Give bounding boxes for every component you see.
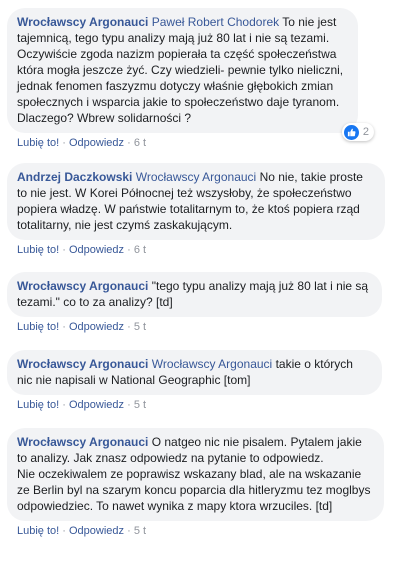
separator-dot: ·	[127, 399, 131, 411]
reply-button[interactable]: Odpowiedz	[69, 525, 124, 537]
timestamp[interactable]: 5 t	[134, 321, 146, 333]
tagged-user[interactable]: Paweł Robert Chodorek	[152, 15, 279, 29]
comment-author[interactable]: Wrocławscy Argonauci	[17, 357, 148, 371]
reply-button[interactable]: Odpowiedz	[69, 137, 124, 149]
reaction-summary[interactable]: 2	[341, 123, 374, 141]
comment: Wrocławscy Argonauci "tego typu analizy …	[7, 272, 382, 334]
separator-dot: ·	[127, 321, 131, 333]
comment-actions: Lubię to! · Odpowiedz · 6 t	[17, 243, 385, 257]
comment-actions: Lubię to! · Odpowiedz · 6 t	[17, 136, 358, 150]
separator-dot: ·	[62, 244, 66, 256]
comment-bubble: Andrzej Daczkowski Wrocławscy Argonauci …	[7, 163, 385, 240]
like-button[interactable]: Lubię to!	[17, 321, 59, 333]
comment-author[interactable]: Wrocławscy Argonauci	[17, 279, 148, 293]
comment-author[interactable]: Wrocławscy Argonauci	[17, 435, 148, 449]
like-button[interactable]: Lubię to!	[17, 244, 59, 256]
timestamp[interactable]: 6 t	[134, 244, 146, 256]
separator-dot: ·	[62, 137, 66, 149]
separator-dot: ·	[127, 137, 131, 149]
timestamp[interactable]: 5 t	[134, 399, 146, 411]
timestamp[interactable]: 6 t	[134, 137, 146, 149]
like-button[interactable]: Lubię to!	[17, 137, 59, 149]
comment-bubble: Wrocławscy Argonauci Wrocławscy Argonauc…	[7, 350, 382, 395]
like-button[interactable]: Lubię to!	[17, 525, 59, 537]
comment-actions: Lubię to! · Odpowiedz · 5 t	[17, 398, 382, 412]
separator-dot: ·	[127, 525, 131, 537]
comment: Andrzej Daczkowski Wrocławscy Argonauci …	[7, 163, 385, 257]
comment: Wrocławscy Argonauci O natgeo nic nie pi…	[7, 428, 384, 538]
reply-button[interactable]: Odpowiedz	[69, 244, 124, 256]
comment-bubble: Wrocławscy Argonauci Paweł Robert Chodor…	[7, 8, 374, 141]
comment-author[interactable]: Andrzej Daczkowski	[17, 170, 132, 184]
tagged-user[interactable]: Wrocławscy Argonauci	[152, 357, 273, 371]
comment-bubble: Wrocławscy Argonauci "tego typu analizy …	[7, 272, 382, 317]
comment-actions: Lubię to! · Odpowiedz · 5 t	[17, 320, 382, 334]
like-icon	[343, 124, 359, 140]
comment-text: To nie jest tajemnicą, tego typu analizy…	[17, 15, 344, 125]
comment-bubble: Wrocławscy Argonauci O natgeo nic nie pi…	[7, 428, 384, 521]
separator-dot: ·	[127, 244, 131, 256]
comment: Wrocławscy Argonauci Wrocławscy Argonauc…	[7, 350, 382, 412]
comment: Wrocławscy Argonauci Paweł Robert Chodor…	[7, 8, 374, 150]
separator-dot: ·	[62, 321, 66, 333]
reply-button[interactable]: Odpowiedz	[69, 321, 124, 333]
separator-dot: ·	[62, 399, 66, 411]
comment-actions: Lubię to! · Odpowiedz · 5 t	[17, 524, 384, 538]
tagged-user[interactable]: Wrocławscy Argonauci	[136, 170, 257, 184]
separator-dot: ·	[62, 525, 66, 537]
comment-author[interactable]: Wrocławscy Argonauci	[17, 15, 148, 29]
reply-button[interactable]: Odpowiedz	[69, 399, 124, 411]
like-button[interactable]: Lubię to!	[17, 399, 59, 411]
timestamp[interactable]: 5 t	[134, 525, 146, 537]
reaction-count: 2	[362, 126, 369, 138]
